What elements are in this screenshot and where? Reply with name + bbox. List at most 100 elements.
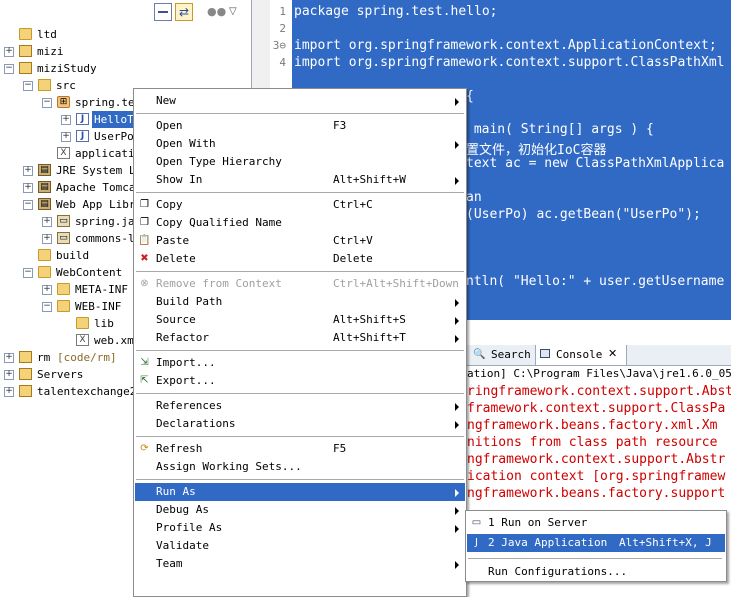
menu-item-label: Show In: [156, 173, 203, 186]
menu-item-label: Assign Working Sets...: [156, 460, 302, 473]
menu-item-shortcut: F3: [333, 119, 347, 132]
menu-item-new[interactable]: New: [135, 92, 465, 110]
menu-item-shortcut: F5: [333, 442, 347, 455]
package-icon: ⊞: [57, 96, 70, 108]
menu-item-assign-working-sets[interactable]: Assign Working Sets...: [135, 458, 465, 476]
menu-item-profile-as[interactable]: Profile As: [135, 519, 465, 537]
menu-item-copy[interactable]: ❐ Copy Ctrl+C: [135, 196, 465, 214]
code-line[interactable]: (UserPo) ac.getBean("UserPo");: [466, 207, 701, 222]
menu-item-references[interactable]: References: [135, 397, 465, 415]
expand-icon[interactable]: +: [42, 234, 52, 244]
menu-item-source[interactable]: Source Alt+Shift+S: [135, 311, 465, 329]
run-as-submenu: ▭ 1 Run on Server J 2 Java Application Alt+S…: [465, 510, 727, 582]
project-icon: [19, 45, 32, 57]
menu-item-validate[interactable]: Validate: [135, 537, 465, 555]
menu-item-team[interactable]: Team: [135, 555, 465, 573]
project-icon: [19, 351, 32, 363]
expand-icon[interactable]: +: [23, 166, 33, 176]
code-line[interactable]: import org.springframework.context.Appli…: [294, 38, 717, 53]
expand-icon[interactable]: +: [4, 370, 14, 380]
submenu-arrow-icon: [455, 98, 459, 106]
java-app-icon: J: [475, 537, 478, 548]
menu-item-declarations[interactable]: Declarations: [135, 415, 465, 433]
tree-item-label: miziStudy: [37, 62, 97, 75]
menu-item-copy-qualified-name[interactable]: ❐ Copy Qualified Name: [135, 214, 465, 232]
collapse-icon[interactable]: −: [4, 64, 14, 74]
code-line[interactable]: package spring.test.hello;: [294, 4, 498, 19]
menu-item-export[interactable]: ⇱ Export...: [135, 372, 465, 390]
submenu-arrow-icon: [455, 561, 459, 569]
folder-icon: [38, 249, 51, 261]
expand-icon[interactable]: +: [4, 353, 14, 363]
menu-separator: [136, 393, 464, 394]
submenu-arrow-icon: [455, 403, 459, 411]
menu-item-show-in[interactable]: Show In Alt+Shift+W: [135, 171, 465, 189]
collapse-icon[interactable]: −: [42, 98, 52, 108]
tree-row[interactable]: + mizi: [0, 43, 250, 60]
menu-item-delete[interactable]: ✖ Delete Delete: [135, 250, 465, 268]
menu-item-paste[interactable]: 📋 Paste Ctrl+V: [135, 232, 465, 250]
console-line: ngframework.context.support.Abstr: [467, 452, 726, 467]
menu-item-shortcut: Ctrl+Alt+Shift+Down: [333, 277, 459, 290]
library-icon: ▤: [38, 164, 51, 176]
collapse-all-icon[interactable]: [154, 3, 172, 21]
collapse-icon[interactable]: −: [23, 81, 33, 91]
submenu-item-run-on-server[interactable]: ▭ 1 Run on Server: [467, 514, 725, 532]
code-line[interactable]: an: [466, 190, 482, 205]
code-line[interactable]: main( String[] args ) {: [466, 122, 654, 137]
expand-icon[interactable]: +: [23, 183, 33, 193]
code-line[interactable]: import org.springframework.context.suppo…: [294, 55, 724, 70]
expand-icon[interactable]: +: [4, 47, 14, 57]
console-header: ation] C:\Program Files\Java\jre1.6.0_05…: [467, 367, 731, 380]
menu-item-debug-as[interactable]: Debug As: [135, 501, 465, 519]
collapse-icon[interactable]: −: [23, 200, 33, 210]
menu-item-shortcut: Alt+Shift+T: [333, 331, 406, 344]
menu-item-label: Paste: [156, 234, 190, 247]
tab-search[interactable]: Search: [491, 348, 531, 361]
tree-item-label: src: [56, 79, 76, 92]
collapse-icon[interactable]: −: [42, 302, 52, 312]
menu-item-refactor[interactable]: Refactor Alt+Shift+T: [135, 329, 465, 347]
tree-row[interactable]: − miziStudy: [0, 60, 250, 77]
console-line: ication context [org.springframew: [467, 469, 726, 484]
chevron-down-icon[interactable]: ▽: [229, 3, 247, 21]
code-line[interactable]: ntln( "Hello:" + user.getUsername: [466, 274, 724, 289]
menu-item-open[interactable]: Open F3: [135, 117, 465, 135]
submenu-item-run-configurations[interactable]: Run Configurations...: [467, 563, 725, 581]
expand-icon[interactable]: +: [42, 217, 52, 227]
menu-item-build-path[interactable]: Build Path: [135, 293, 465, 311]
menu-item-run-as[interactable]: Run As: [135, 483, 465, 501]
menu-item-label: Open With: [156, 137, 216, 150]
expand-icon[interactable]: +: [61, 115, 71, 125]
console-line: ringframework.context.support.Abstr: [467, 384, 731, 399]
menu-separator: [136, 271, 464, 272]
collapse-icon[interactable]: −: [23, 268, 33, 278]
link-with-editor-icon[interactable]: ⇄: [175, 3, 193, 21]
menu-item-label: Copy: [156, 198, 183, 211]
expand-icon[interactable]: +: [4, 387, 14, 397]
submenu-item-java-application[interactable]: J 2 Java Application Alt+Shift+X, J: [467, 534, 725, 552]
submenu-arrow-icon: [455, 299, 459, 307]
close-icon[interactable]: ✕: [608, 347, 617, 360]
tree-item-label: ltd: [37, 28, 57, 41]
menu-item-shortcut: Ctrl+C: [333, 198, 373, 211]
tree-item-label: commons-l: [75, 232, 135, 245]
expand-icon[interactable]: +: [61, 132, 71, 142]
tree-row[interactable]: ltd: [0, 26, 250, 43]
code-line[interactable]: text ac = new ClassPathXmlApplica: [466, 156, 724, 171]
folder-icon: [19, 28, 32, 40]
menu-item-open-type-hierarchy[interactable]: Open Type Hierarchy: [135, 153, 465, 171]
menu-item-import[interactable]: ⇲ Import...: [135, 354, 465, 372]
code-line[interactable]: {: [466, 89, 474, 104]
folder-icon: [76, 317, 89, 329]
folder-icon: [57, 283, 70, 295]
import-icon: ⇲: [140, 357, 149, 368]
expand-icon[interactable]: +: [42, 285, 52, 295]
view-menu-icon[interactable]: ●●: [207, 3, 226, 21]
project-icon: [19, 385, 32, 397]
submenu-arrow-icon: [455, 525, 459, 533]
tree-item-label: Servers: [37, 368, 84, 381]
menu-item-refresh[interactable]: ⟳ Refresh F5: [135, 440, 465, 458]
menu-item-open-with[interactable]: Open With: [135, 135, 465, 153]
tab-console[interactable]: Console ✕: [535, 345, 627, 365]
